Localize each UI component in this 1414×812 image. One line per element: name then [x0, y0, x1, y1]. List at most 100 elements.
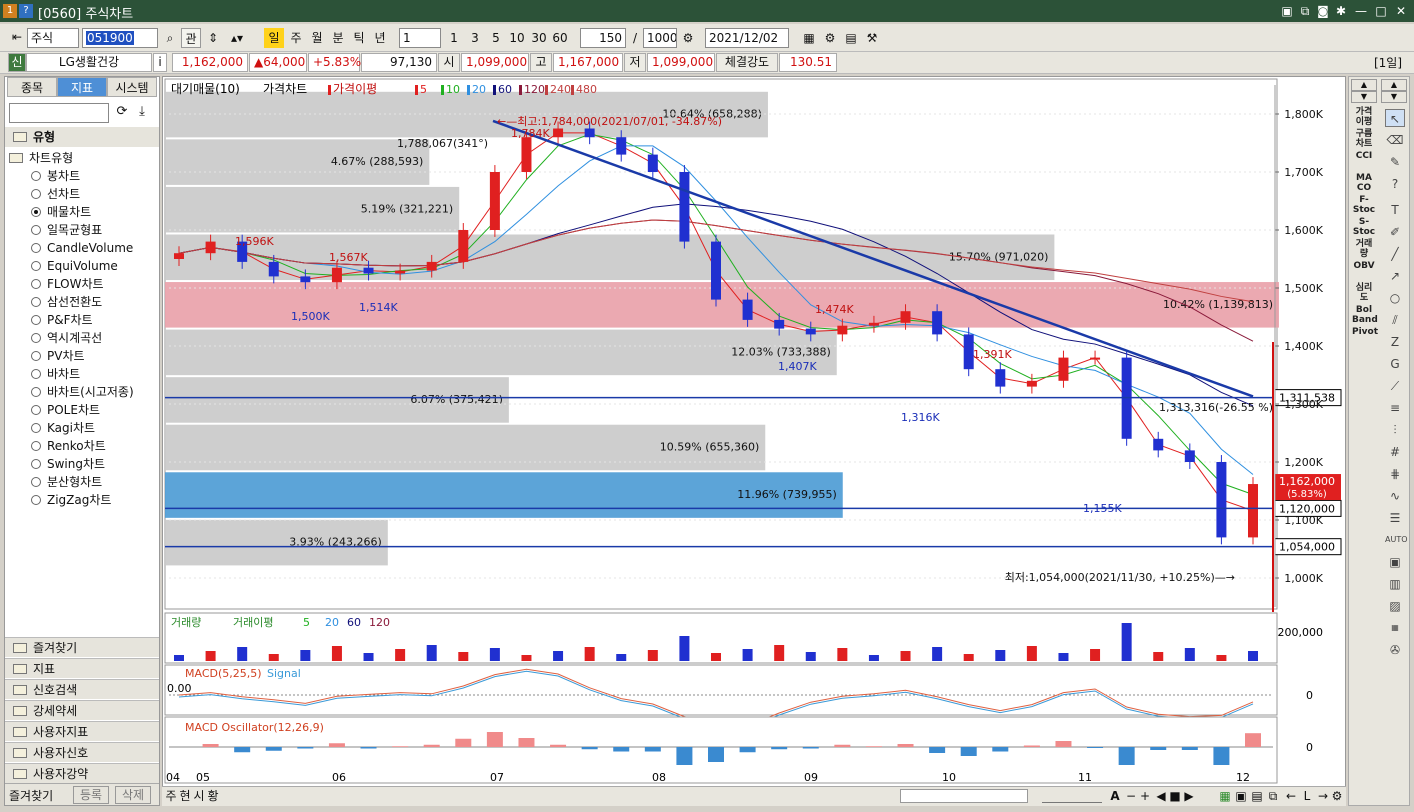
chart-type-5[interactable]: EquiVolume — [5, 257, 159, 275]
gann-icon[interactable]: G — [1385, 355, 1405, 373]
scrollbar[interactable] — [900, 789, 1028, 803]
chart-type-0[interactable]: 봉차트 — [5, 167, 159, 185]
tab-indicator[interactable]: 지표 — [57, 77, 107, 97]
circle-icon[interactable]: ○ — [1385, 289, 1405, 307]
camera-icon[interactable]: ◙ — [1314, 2, 1332, 20]
radio-icon[interactable] — [31, 477, 41, 487]
box-icon[interactable]: ▣ — [1385, 553, 1405, 571]
quick-10[interactable]: 10 — [507, 28, 527, 48]
tree-header[interactable]: 유형 — [5, 127, 159, 147]
wave-icon[interactable]: ∿ — [1385, 487, 1405, 505]
category-3[interactable]: 강세약세 — [5, 700, 159, 720]
radio-icon[interactable] — [31, 369, 41, 379]
radio-icon[interactable] — [31, 207, 41, 217]
chart-type-12[interactable]: 바차트(시고저종) — [5, 383, 159, 401]
chart-area[interactable]: 10.64% (658,288) 4.67% (288,593) 5.19% (32… — [162, 76, 1346, 806]
scroll-up2-icon[interactable]: ▲ — [1381, 79, 1407, 91]
indicator-shortcut[interactable]: 심리 도 — [1352, 283, 1376, 303]
speed-icon[interactable]: ⫶ — [1385, 421, 1405, 439]
quick-30[interactable]: 30 — [529, 28, 549, 48]
quick-60[interactable]: 60 — [550, 28, 570, 48]
font-icon[interactable]: A — [1108, 787, 1122, 805]
ohlc-icon[interactable]: ▦ — [1385, 619, 1405, 637]
save-chart-icon[interactable]: ▣ — [1234, 787, 1248, 805]
forward-arrow-icon[interactable]: → — [1316, 787, 1330, 805]
next-icon[interactable]: ▶ — [1182, 787, 1196, 805]
interval-select[interactable]: 1 — [399, 28, 441, 48]
radio-icon[interactable] — [31, 279, 41, 289]
tab-hyeon[interactable]: 현 — [178, 787, 192, 805]
period-year[interactable]: 년 — [370, 28, 390, 48]
quick-1[interactable]: 1 — [445, 28, 463, 48]
category-2[interactable]: 신호검색 — [5, 679, 159, 699]
maximize-icon[interactable]: □ — [1372, 2, 1390, 20]
radio-icon[interactable] — [31, 441, 41, 451]
radio-icon[interactable] — [31, 189, 41, 199]
scroll-down2-icon[interactable]: ▼ — [1381, 91, 1407, 103]
tree-group[interactable]: 차트유형 — [5, 149, 159, 167]
category-1[interactable]: 지표 — [5, 658, 159, 678]
download-icon[interactable]: ⤓ — [133, 104, 151, 122]
radio-icon[interactable] — [31, 225, 41, 235]
help-icon[interactable]: ? — [1385, 175, 1405, 193]
all-erase-icon[interactable]: ✎ — [1385, 153, 1405, 171]
radio-icon[interactable] — [31, 495, 41, 505]
chart-type-17[interactable]: 분산형차트 — [5, 473, 159, 491]
fan-icon[interactable]: ⟋ — [1385, 377, 1405, 395]
text-icon[interactable]: T — [1385, 201, 1405, 219]
category-6[interactable]: 사용자강약 — [5, 763, 159, 783]
chart-type-6[interactable]: FLOW차트 — [5, 275, 159, 293]
app-badge-1[interactable]: 1 — [3, 4, 17, 18]
settings-icon[interactable]: ✱ — [1332, 2, 1350, 20]
chart-type-15[interactable]: Renko차트 — [5, 437, 159, 455]
grid-draw-icon[interactable]: # — [1385, 443, 1405, 461]
indicator-shortcut[interactable]: CCI — [1352, 151, 1376, 161]
scroll-icon[interactable]: ⇕ — [204, 28, 222, 48]
scroll-down-icon[interactable]: ▼ — [1351, 91, 1377, 103]
zoom-out-icon[interactable]: − — [1124, 787, 1138, 805]
gwan-button[interactable]: 관 — [181, 28, 201, 48]
chart-icon[interactable]: ▦ — [800, 28, 818, 48]
total-input[interactable]: 1000 — [643, 28, 677, 48]
zoom-slider[interactable] — [1042, 789, 1102, 803]
chart-type-18[interactable]: ZigZag차트 — [5, 491, 159, 509]
pin-icon[interactable]: ▣ — [1278, 2, 1296, 20]
radio-icon[interactable] — [31, 351, 41, 361]
tab-stock[interactable]: 종목 — [7, 77, 57, 97]
grid-icon[interactable]: ▤ — [1250, 787, 1264, 805]
tab-system[interactable]: 시스템 — [107, 77, 157, 97]
gear-icon[interactable]: ⚙ — [821, 28, 839, 48]
pattern-icon[interactable]: ⋕ — [1385, 465, 1405, 483]
ray-icon[interactable]: ↗ — [1385, 267, 1405, 285]
radio-icon[interactable] — [31, 459, 41, 469]
indicator-shortcut[interactable]: Pivot — [1352, 327, 1378, 337]
radio-icon[interactable] — [31, 297, 41, 307]
settings-small-icon[interactable]: ⚙ — [1330, 787, 1344, 805]
category-0[interactable]: 즐겨찾기 — [5, 637, 159, 657]
indicator-shortcut[interactable]: Bol Band — [1352, 305, 1378, 325]
category-5[interactable]: 사용자신호 — [5, 742, 159, 762]
radio-icon[interactable] — [31, 171, 41, 181]
chart-type-2[interactable]: 매물차트 — [5, 203, 159, 221]
code-input[interactable]: 051900 — [82, 28, 158, 48]
stop-icon[interactable]: ■ — [1168, 787, 1182, 805]
auto-icon[interactable]: AUTO — [1385, 531, 1408, 549]
fit-icon[interactable]: ⚙ — [679, 28, 697, 48]
chart-svg[interactable]: 10.64% (658,288)4.67% (288,593)5.19% (32… — [163, 77, 1347, 787]
search-icon[interactable]: ⌕ — [161, 28, 179, 48]
channel-icon[interactable]: ⫽ — [1385, 311, 1405, 329]
date-select[interactable]: 2021/12/02 — [705, 28, 789, 48]
period-month[interactable]: 월 — [307, 28, 327, 48]
indicator-shortcut[interactable]: OBV — [1352, 261, 1376, 271]
wrench-icon[interactable]: ✇ — [1385, 641, 1405, 659]
register-button[interactable]: 등록 — [73, 786, 109, 804]
brush-icon[interactable]: ✐ — [1385, 223, 1405, 241]
chart-type-8[interactable]: P&F차트 — [5, 311, 159, 329]
radio-icon[interactable] — [31, 315, 41, 325]
prev-icon[interactable]: ◀ — [1154, 787, 1168, 805]
indicator-shortcut[interactable]: 구름 차트 — [1352, 129, 1376, 149]
close-icon[interactable]: ✕ — [1392, 2, 1410, 20]
tab-ju[interactable]: 주 — [164, 787, 178, 805]
period-week[interactable]: 주 — [286, 28, 306, 48]
back-arrow-icon[interactable]: ← — [1284, 787, 1298, 805]
